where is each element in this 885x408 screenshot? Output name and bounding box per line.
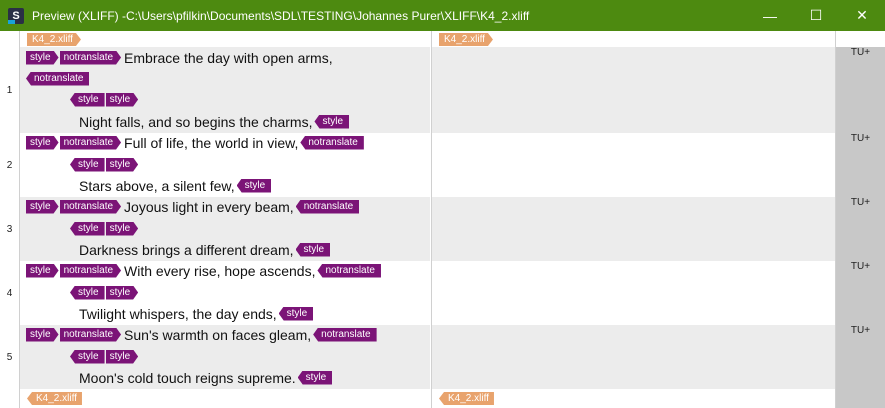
maximize-button[interactable]: ☐ xyxy=(793,0,839,31)
trados-app-icon: S xyxy=(8,7,24,24)
status-cell-2[interactable]: TU+ xyxy=(836,133,885,197)
style-open-tag: style xyxy=(26,200,59,214)
column-divider xyxy=(431,31,432,408)
segment-number: 1 xyxy=(6,84,13,96)
target-cell-1[interactable] xyxy=(432,47,835,133)
notranslate-close-tag: notranslate xyxy=(26,71,90,86)
segment-number: 5 xyxy=(6,351,13,363)
style-close-tag: style xyxy=(278,306,314,321)
style-close-tag: style xyxy=(236,178,272,193)
style-open-tag: style xyxy=(26,136,59,150)
source-text-line: Sun's warmth on faces gleam, xyxy=(124,326,312,343)
status-cell-1[interactable]: TU+ xyxy=(836,47,885,133)
notranslate-open-tag: notranslate xyxy=(60,264,121,278)
notranslate-open-tag: notranslate xyxy=(60,328,121,342)
segment-line: Moon's cold touch reigns supreme. style xyxy=(77,368,333,387)
segment-line: style style xyxy=(70,90,139,109)
segment-line: style style xyxy=(70,219,139,238)
source-text-line: Joyous light in every beam, xyxy=(124,198,294,215)
segment-line: style style xyxy=(70,155,139,174)
segment-line: style notranslate Sun's warmth on faces … xyxy=(26,325,378,344)
style-open-tag: style xyxy=(26,328,59,342)
style-open-tag: style xyxy=(26,51,59,65)
style-open-tag: style xyxy=(26,264,59,278)
style-open-tag: style xyxy=(106,222,139,236)
column-divider xyxy=(835,31,836,408)
file-start-tag-source: K4_2.xliff xyxy=(27,33,81,46)
style-open-tag: style xyxy=(106,158,139,172)
file-end-tag-source: K4_2.xliff xyxy=(27,392,82,405)
status-label: TU+ xyxy=(850,325,871,336)
target-cell-5[interactable] xyxy=(432,325,835,389)
close-icon: ✕ xyxy=(856,7,868,23)
segment-number: 3 xyxy=(6,223,13,235)
style-close-tag: style xyxy=(70,157,105,172)
segment-line: Stars above, a silent few, style xyxy=(77,176,272,195)
style-close-tag: style xyxy=(70,349,105,364)
source-text-line: With every rise, hope ascends, xyxy=(124,262,316,279)
notranslate-close-tag: notranslate xyxy=(300,135,364,150)
window-title: Preview (XLIFF) -C:\Users\pfilkin\Docume… xyxy=(32,8,530,23)
segment-number: 4 xyxy=(6,287,13,299)
notranslate-close-tag: notranslate xyxy=(317,263,381,278)
style-close-tag: style xyxy=(295,242,331,257)
target-cell-3[interactable] xyxy=(432,197,835,261)
source-text-line: Darkness brings a different dream, xyxy=(79,241,294,258)
style-close-tag: style xyxy=(70,92,105,107)
segment-line: notranslate xyxy=(26,69,90,88)
segment-line: style notranslate Joyous light in every … xyxy=(26,197,360,216)
style-close-tag: style xyxy=(297,370,333,385)
app-icon-letter: S xyxy=(12,9,20,22)
status-label: TU+ xyxy=(850,197,871,208)
style-close-tag: style xyxy=(70,221,105,236)
status-label: TU+ xyxy=(850,261,871,272)
preview-grid: K4_2.xliff K4_2.xliff TU+ 1 style notran… xyxy=(0,31,885,408)
notranslate-close-tag: notranslate xyxy=(295,199,360,214)
notranslate-open-tag: notranslate xyxy=(60,136,121,150)
style-close-tag: style xyxy=(314,114,350,129)
style-close-tag: style xyxy=(70,285,105,300)
style-open-tag: style xyxy=(106,93,139,107)
segment-line: style notranslate With every rise, hope … xyxy=(26,261,382,280)
source-text-line: Embrace the day with open arms, xyxy=(124,49,333,66)
segment-line: style notranslate Full of life, the worl… xyxy=(26,133,365,152)
source-text-line: Full of life, the world in view, xyxy=(124,134,299,151)
close-button[interactable]: ✕ xyxy=(839,0,885,31)
status-footer-cell xyxy=(836,389,885,408)
segment-line: style style xyxy=(70,283,139,302)
source-text-line: Moon's cold touch reigns supreme. xyxy=(79,369,296,386)
status-label: TU+ xyxy=(850,47,871,58)
file-start-tag-target: K4_2.xliff xyxy=(439,33,493,46)
segment-line: style style xyxy=(70,347,139,366)
style-open-tag: style xyxy=(106,350,139,364)
notranslate-open-tag: notranslate xyxy=(60,200,121,214)
status-cell-5[interactable]: TU+ xyxy=(836,325,885,389)
maximize-icon: ☐ xyxy=(809,7,823,23)
segment-line: Night falls, and so begins the charms, s… xyxy=(77,112,350,131)
segment-line: style notranslate Embrace the day with o… xyxy=(26,48,335,67)
column-divider xyxy=(19,31,20,408)
segment-line: Darkness brings a different dream, style xyxy=(77,240,331,259)
minimize-button[interactable]: — xyxy=(747,0,793,31)
style-open-tag: style xyxy=(106,286,139,300)
segment-line: Twilight whispers, the day ends, style xyxy=(77,304,314,323)
title-bar: S Preview (XLIFF) -C:\Users\pfilkin\Docu… xyxy=(0,0,885,31)
source-text-line: Stars above, a silent few, xyxy=(79,177,235,194)
minimize-icon: — xyxy=(763,7,777,24)
status-label: TU+ xyxy=(850,133,871,144)
status-cell-3[interactable]: TU+ xyxy=(836,197,885,261)
source-text-line: Night falls, and so begins the charms, xyxy=(79,113,313,130)
status-header-cell xyxy=(836,31,885,47)
notranslate-close-tag: notranslate xyxy=(313,327,377,342)
segment-number: 2 xyxy=(6,159,13,171)
file-end-tag-target: K4_2.xliff xyxy=(439,392,494,405)
notranslate-open-tag: notranslate xyxy=(60,51,121,65)
source-text-line: Twilight whispers, the day ends, xyxy=(79,305,277,322)
status-cell-4[interactable]: TU+ xyxy=(836,261,885,325)
